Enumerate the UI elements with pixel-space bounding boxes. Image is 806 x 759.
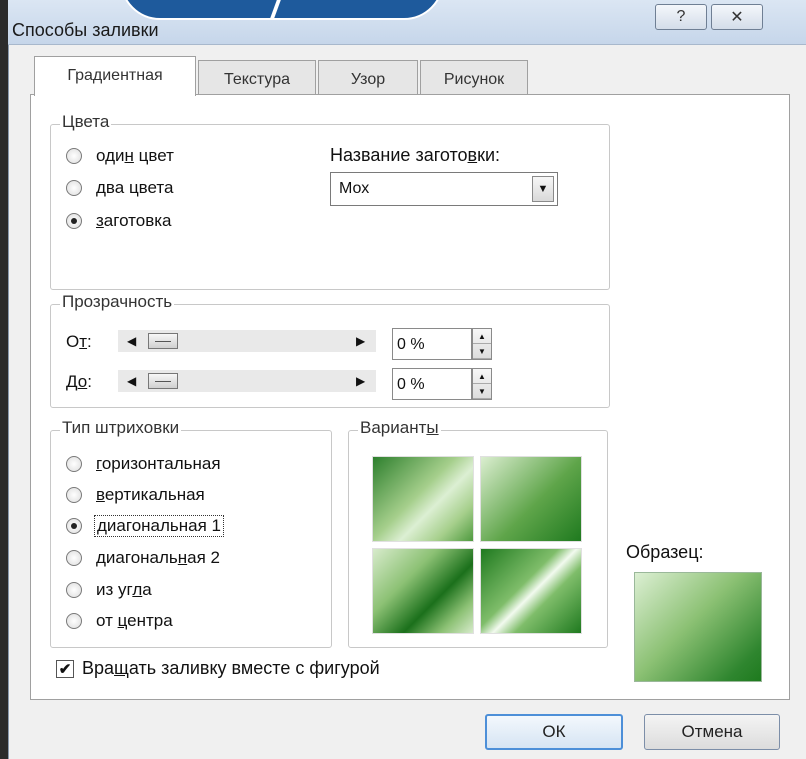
radio-two-colors-label: два цвета xyxy=(96,178,174,197)
left-arrow-icon[interactable]: ◀ xyxy=(127,374,136,388)
spin-up-icon[interactable]: ▲ xyxy=(473,369,491,384)
rotate-fill-label: Вращать заливку вместе с фигурой xyxy=(82,658,380,678)
colors-group-label: Цвета xyxy=(60,112,112,132)
variants-group-label: Варианты xyxy=(358,418,441,438)
radio-preset[interactable] xyxy=(66,213,82,229)
background-shape xyxy=(120,0,444,20)
from-label: От: xyxy=(66,332,92,351)
from-spinner[interactable]: ▲ ▼ xyxy=(472,328,492,360)
radio-from-center[interactable] xyxy=(66,613,82,629)
tab-texture[interactable]: Текстура xyxy=(198,60,316,94)
tab-gradient[interactable]: Градиентная xyxy=(34,56,196,96)
checkmark-icon: ✔ xyxy=(58,661,72,678)
radio-from-center-label: от центра xyxy=(96,611,173,630)
to-spinner[interactable]: ▲ ▼ xyxy=(472,368,492,400)
chevron-down-icon: ▼ xyxy=(537,183,549,195)
variant-2[interactable] xyxy=(480,456,582,542)
from-slider[interactable]: ◀ ▶ xyxy=(118,330,376,352)
spin-up-icon[interactable]: ▲ xyxy=(473,329,491,344)
cancel-button[interactable]: Отмена xyxy=(644,714,780,750)
spin-down-icon[interactable]: ▼ xyxy=(473,384,491,399)
tab-pattern-label: Узор xyxy=(350,71,386,88)
help-button[interactable]: ? xyxy=(655,4,707,30)
to-label: До: xyxy=(66,372,92,391)
to-percent-input[interactable]: 0 % xyxy=(392,368,472,400)
radio-horizontal[interactable] xyxy=(66,456,82,472)
radio-preset-label: заготовка xyxy=(96,211,172,230)
variant-4[interactable] xyxy=(480,548,582,634)
transparency-group xyxy=(50,304,610,408)
tab-picture-label: Рисунок xyxy=(443,71,505,88)
help-icon: ? xyxy=(676,8,686,25)
sample-label: Образец: xyxy=(626,542,704,562)
preset-name-value: Мох xyxy=(339,180,370,197)
dialog-title: Способы заливки xyxy=(12,20,159,40)
right-arrow-icon[interactable]: ▶ xyxy=(356,374,365,388)
close-icon: ✕ xyxy=(730,9,744,26)
variant-1[interactable] xyxy=(372,456,474,542)
radio-vertical[interactable] xyxy=(66,487,82,503)
from-slider-thumb[interactable] xyxy=(148,333,178,349)
radio-horizontal-label: горизонтальная xyxy=(96,454,221,473)
radio-diagonal-1-label: диагональная 1 xyxy=(94,515,224,537)
tab-gradient-label: Градиентная xyxy=(67,67,163,84)
sample-preview xyxy=(634,572,762,682)
radio-two-colors[interactable] xyxy=(66,180,82,196)
spin-down-icon[interactable]: ▼ xyxy=(473,344,491,359)
to-slider[interactable]: ◀ ▶ xyxy=(118,370,376,392)
transparency-group-label: Прозрачность xyxy=(60,292,175,312)
variant-3[interactable] xyxy=(372,548,474,634)
radio-one-color[interactable] xyxy=(66,148,82,164)
radio-one-color-label: один цвет xyxy=(96,146,174,165)
radio-vertical-label: вертикальная xyxy=(96,485,205,504)
radio-from-corner-label: из угла xyxy=(96,580,152,599)
radio-diagonal-1[interactable] xyxy=(66,518,82,534)
radio-diagonal-2-label: диагональная 2 xyxy=(96,548,221,567)
rotate-fill-checkbox[interactable]: ✔ xyxy=(56,660,74,678)
shading-group-label: Тип штриховки xyxy=(60,418,182,438)
tab-pattern[interactable]: Узор xyxy=(318,60,418,94)
preset-dropdown-button[interactable]: ▼ xyxy=(532,176,554,202)
close-button[interactable]: ✕ xyxy=(711,4,763,30)
radio-diagonal-2[interactable] xyxy=(66,550,82,566)
tab-picture[interactable]: Рисунок xyxy=(420,60,528,94)
left-arrow-icon[interactable]: ◀ xyxy=(127,334,136,348)
to-slider-thumb[interactable] xyxy=(148,373,178,389)
preset-name-label: Название заготовки: xyxy=(330,145,501,165)
preset-name-select[interactable]: Мох ▼ xyxy=(330,172,558,206)
tab-texture-label: Текстура xyxy=(223,71,291,88)
from-percent-input[interactable]: 0 % xyxy=(392,328,472,360)
ok-button[interactable]: ОК xyxy=(485,714,623,750)
radio-from-corner[interactable] xyxy=(66,582,82,598)
right-arrow-icon[interactable]: ▶ xyxy=(356,334,365,348)
